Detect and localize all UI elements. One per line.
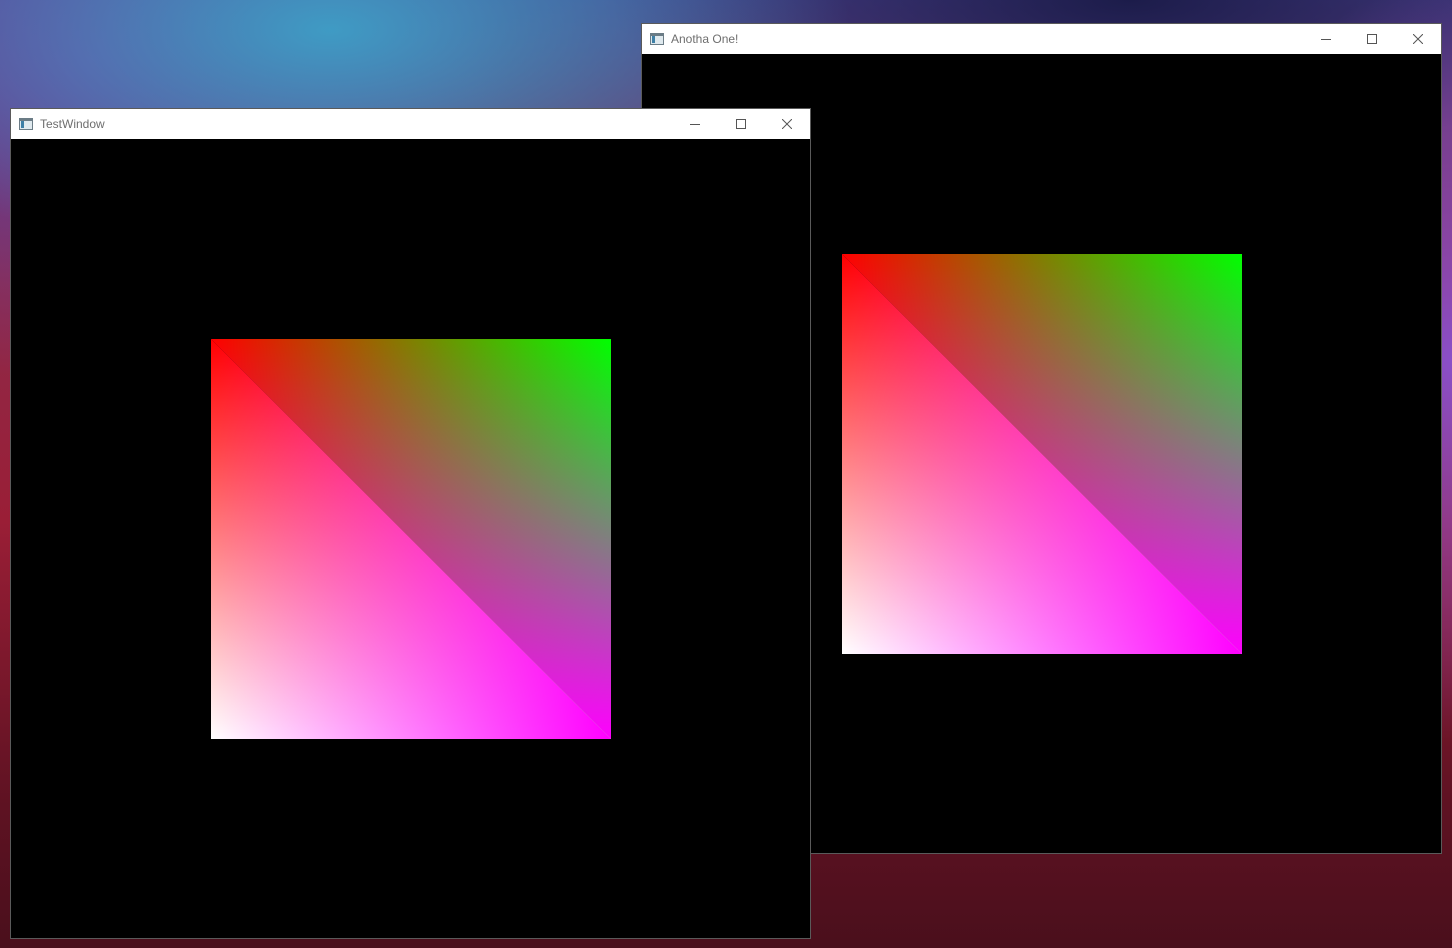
maximize-button[interactable] xyxy=(1349,24,1395,54)
maximize-button[interactable] xyxy=(718,109,764,139)
window-title: Anotha One! xyxy=(671,32,739,46)
close-button[interactable] xyxy=(764,109,810,139)
title-bar[interactable]: TestWindow xyxy=(11,109,810,139)
gradient-quad xyxy=(842,254,1242,654)
render-surface[interactable] xyxy=(11,139,810,938)
title-bar[interactable]: Anotha One! xyxy=(642,24,1441,54)
minimize-button[interactable] xyxy=(672,109,718,139)
gradient-quad xyxy=(211,339,611,739)
minimize-icon xyxy=(690,124,700,125)
window-controls xyxy=(672,109,810,139)
app-window-icon xyxy=(19,118,33,130)
maximize-icon xyxy=(1367,34,1377,44)
window-test-window[interactable]: TestWindow xyxy=(10,108,811,939)
maximize-icon xyxy=(736,119,746,129)
window-title: TestWindow xyxy=(40,117,105,131)
app-window-icon xyxy=(650,33,664,45)
close-icon xyxy=(1413,34,1423,44)
desktop-wallpaper: Anotha One! TestWindow xyxy=(0,0,1452,948)
close-button[interactable] xyxy=(1395,24,1441,54)
close-icon xyxy=(782,119,792,129)
minimize-button[interactable] xyxy=(1303,24,1349,54)
window-controls xyxy=(1303,24,1441,54)
minimize-icon xyxy=(1321,39,1331,40)
